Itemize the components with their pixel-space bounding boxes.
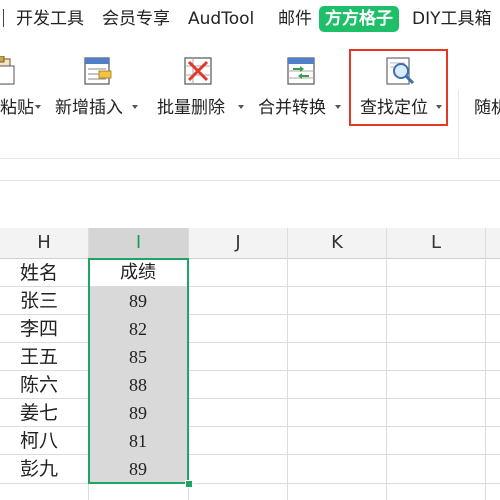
tab-divider — [3, 9, 4, 27]
column-header-j[interactable]: J — [189, 228, 287, 258]
random-button[interactable]: 随机 — [474, 38, 500, 138]
insert-caret-icon — [132, 105, 138, 109]
tab-mail[interactable]: 邮件 — [278, 6, 312, 32]
cell-name[interactable]: 王五 — [20, 343, 58, 371]
tab-member-exclusive[interactable]: 会员专享 — [102, 6, 170, 32]
cell-name[interactable]: 彭九 — [20, 455, 58, 483]
paste-caret-icon — [35, 105, 41, 109]
cell-name[interactable]: 陈六 — [20, 371, 58, 399]
insert-button[interactable]: 新增插入 — [55, 38, 145, 138]
paste-label: 粘贴 — [0, 98, 34, 118]
batch-delete-icon — [184, 57, 212, 85]
grid-line — [0, 426, 500, 427]
spreadsheet-window: 开发工具 会员专享 AudTool 邮件 方方格子 DIY工具箱 粘贴 新增插入… — [0, 0, 500, 500]
grid-line — [0, 454, 500, 455]
selection-border — [88, 258, 189, 484]
ribbon-tab-bar: 开发工具 会员专享 AudTool 邮件 方方格子 DIY工具箱 — [0, 0, 500, 38]
grid-line — [0, 398, 500, 399]
grid-line — [0, 483, 500, 484]
batch-delete-caret-icon — [238, 105, 244, 109]
fill-handle[interactable] — [185, 480, 193, 488]
column-header-k[interactable]: K — [288, 228, 386, 258]
tab-audtool[interactable]: AudTool — [188, 6, 254, 32]
grid-line — [386, 228, 387, 500]
grid-line — [0, 342, 500, 343]
find-locate-highlight-box — [349, 49, 448, 126]
merge-convert-icon — [287, 57, 315, 85]
formula-bar-area — [0, 158, 500, 214]
paste-icon — [0, 56, 15, 85]
column-header-l[interactable]: L — [387, 228, 485, 258]
merge-convert-button[interactable]: 合并转换 — [258, 38, 348, 138]
batch-delete-button[interactable]: 批量删除 — [157, 38, 247, 138]
column-header-h[interactable]: H — [0, 228, 88, 258]
ribbon-divider — [458, 90, 459, 158]
tab-diy-toolbox[interactable]: DIY工具箱 — [412, 6, 492, 32]
grid-line — [0, 314, 500, 315]
grid-line — [0, 370, 500, 371]
cell-name[interactable]: 李四 — [20, 315, 58, 343]
insert-rows-icon — [84, 57, 112, 85]
paste-button[interactable]: 粘贴 — [0, 38, 45, 138]
tab-developer-tools[interactable]: 开发工具 — [16, 6, 84, 32]
cell-name[interactable]: 张三 — [20, 287, 58, 315]
random-label: 随机 — [474, 98, 500, 118]
column-header-i[interactable]: I — [89, 228, 188, 258]
grid-line — [0, 286, 500, 287]
cell-name[interactable]: 姜七 — [20, 399, 58, 427]
insert-label: 新增插入 — [55, 98, 123, 118]
formula-bar-divider — [0, 180, 500, 181]
cell-h1-name-header[interactable]: 姓名 — [20, 259, 58, 287]
cell-name[interactable]: 柯八 — [20, 427, 58, 455]
merge-convert-label: 合并转换 — [258, 98, 326, 118]
batch-delete-label: 批量删除 — [157, 98, 225, 118]
grid-line — [287, 228, 288, 500]
merge-convert-caret-icon — [335, 105, 341, 109]
tab-fangfang-gezi[interactable]: 方方格子 — [319, 6, 399, 32]
grid-line — [485, 228, 486, 500]
